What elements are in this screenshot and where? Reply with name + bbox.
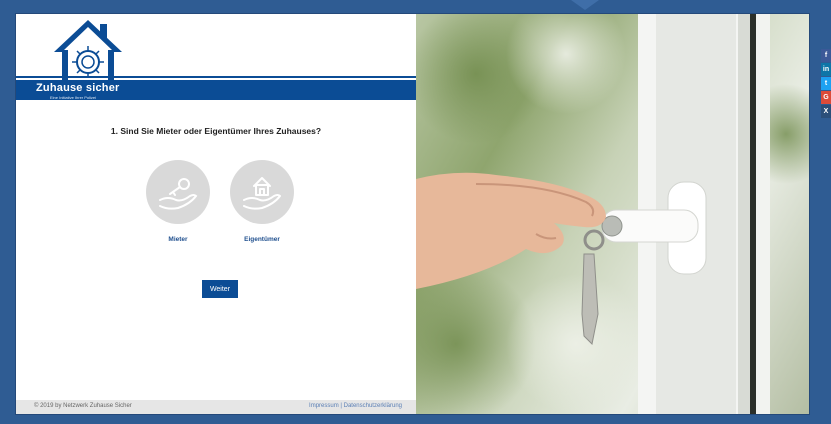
option-label-mieter[interactable]: Mieter [146, 236, 210, 243]
quiz-question: 1. Sind Sie Mieter oder Eigentümer Ihres… [110, 126, 322, 136]
brand-tagline: Eine Initiative Ihrer Polizei [50, 95, 97, 100]
footer-links: Impressum | Datenschutzerklärung [309, 403, 402, 409]
footer-copyright: © 2019 by Netzwerk Zuhause Sicher [34, 403, 132, 409]
top-notch [571, 0, 599, 10]
logo-divider [16, 76, 416, 78]
house-hand-icon[interactable] [230, 160, 294, 224]
xing-icon[interactable]: X [821, 105, 831, 118]
google-plus-icon[interactable]: G [821, 91, 831, 104]
page-frame: Zuhause sicher Eine Initiative Ihrer Pol… [16, 14, 809, 414]
privacy-link[interactable]: Datenschutzerklärung [344, 403, 402, 409]
twitter-icon[interactable]: t [821, 77, 831, 90]
option-eigentuemer[interactable]: Eigentümer [230, 160, 294, 243]
impressum-link[interactable]: Impressum [309, 403, 339, 409]
facebook-icon[interactable]: f [821, 49, 831, 62]
next-button[interactable]: Weiter [202, 280, 238, 298]
footer: © 2019 by Netzwerk Zuhause Sicher Impres… [16, 400, 416, 414]
footer-separator: | [340, 403, 342, 409]
brand-name: Zuhause sicher [36, 82, 120, 94]
option-label-eigentuemer[interactable]: Eigentümer [230, 236, 294, 243]
quiz-panel: Zuhause sicher Eine Initiative Ihrer Pol… [16, 14, 416, 414]
option-mieter[interactable]: Mieter [146, 160, 210, 243]
hero-photo [416, 14, 809, 414]
key-hand-icon[interactable] [146, 160, 210, 224]
linkedin-icon[interactable]: in [821, 63, 831, 76]
social-share-bar: f in t G X [821, 49, 831, 119]
window-lock-photo [416, 14, 809, 414]
